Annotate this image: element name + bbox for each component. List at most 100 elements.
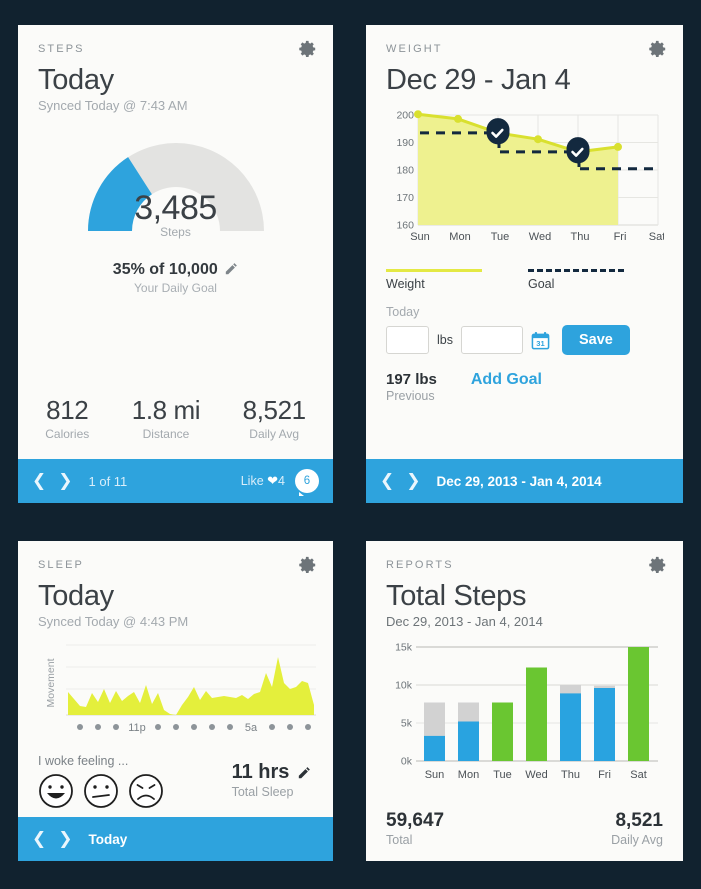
bar-tue [492,702,513,762]
svg-text:0k: 0k [401,756,413,768]
weight-chart-legend: Weight Goal [386,269,663,291]
reports-card-kicker: REPORTS [386,559,454,571]
happy-face-icon[interactable] [38,773,74,809]
reports-card: REPORTS Total Steps Dec 29, 2013 - Jan 4… [366,541,683,861]
sleep-date-range: Today [88,831,128,847]
weight-x-axis-labels: Sun Mon Tue Wed Thu Fri Sat [410,231,664,243]
steps-stat-label: Daily Avg [249,427,300,441]
weight-y-axis-labels: 200 190 180 170 160 [396,110,414,232]
sleep-total-value-row: 11 hrs [232,761,311,784]
chevron-left-icon[interactable]: ❮ [32,472,46,490]
heart-icon: ❤ [267,473,279,488]
total-steps-bar-chart: 15k 10k 5k 0k Sun Mon Tue Wed Thu Fri Sa… [386,637,663,787]
weight-card: WEIGHT Dec 29 - Jan 4 200 190 180 170 16… [366,25,683,503]
bar-mon [458,721,479,762]
like-label: Like [240,474,264,488]
like-button[interactable]: Like ❤4 [241,473,285,489]
gear-icon[interactable] [649,40,667,58]
steps-stat-value: 812 [46,395,89,425]
sleep-card-body: SLEEP Today Synced Today @ 4:43 PM Movem… [18,541,333,861]
bar-sun [424,736,445,762]
reports-total-value: 59,647 [386,810,445,831]
sleep-page-title: Today [38,580,114,612]
svg-text:Sun: Sun [425,769,445,781]
svg-text:Tue: Tue [493,769,512,781]
svg-text:Tue: Tue [491,231,510,243]
sleep-pager: ❮ ❯ [32,830,73,848]
weight-previous-label: Previous [386,389,435,404]
steps-stat-daily-avg: 8,521 Daily Avg [243,395,306,441]
weight-unit-label: lbs [437,333,453,348]
comment-bubble-icon[interactable]: 6 [295,469,319,496]
gear-icon[interactable] [649,556,667,574]
date-input[interactable] [460,326,523,355]
reports-total: 59,647 Total [386,810,444,847]
chevron-right-icon[interactable]: ❯ [58,830,72,848]
steps-goal-text: 35% of 10,000 [112,261,218,279]
like-count: 4 [278,474,285,488]
sleep-area-path [68,657,314,716]
dashboard-grid: STEPS Today Synced Today @ 7:43 AM 3,485… [0,0,701,889]
steps-gauge-unit: Steps [160,225,191,240]
steps-gauge: 3,485 Steps [38,127,313,245]
steps-card-kicker: STEPS [38,43,85,55]
reports-page-title: Total Steps [386,580,527,612]
neutral-face-icon[interactable] [83,773,119,809]
chevron-right-icon[interactable]: ❯ [406,472,420,490]
chevron-right-icon[interactable]: ❯ [58,472,72,490]
svg-text:Sat: Sat [649,231,664,243]
check-badge-icon[interactable] [566,137,590,165]
legend-item-weight: Weight [386,269,528,291]
sleep-card-footer: ❮ ❯ Today [18,817,333,861]
steps-goal-sublabel: Your Daily Goal [134,281,217,296]
svg-text:Wed: Wed [529,231,551,243]
check-badge-icon[interactable] [486,118,510,146]
svg-text:Mon: Mon [458,769,479,781]
bar-wed [526,667,547,762]
steps-goal-row: 35% of 10,000 [38,261,313,279]
legend-swatch-solid [386,269,482,273]
weight-input[interactable] [386,326,429,355]
svg-text:Sat: Sat [630,769,647,781]
steps-card-body: STEPS Today Synced Today @ 7:43 AM 3,485… [18,25,333,503]
steps-stats-row: 812 Calories 1.8 mi Distance 8,521 Daily… [18,395,333,441]
reports-total-label: Total [386,833,413,847]
svg-text:200: 200 [396,110,414,122]
bar-fri [594,688,615,762]
svg-text:10k: 10k [395,680,413,692]
chevron-left-icon[interactable]: ❮ [380,472,394,490]
svg-text:11p: 11p [128,722,146,734]
svg-text:180: 180 [396,165,414,177]
sleep-total-value: 11 hrs [231,761,290,783]
weight-card-body: WEIGHT Dec 29 - Jan 4 200 190 180 170 16… [366,25,683,503]
gear-icon[interactable] [299,40,317,58]
bars-values [424,647,649,762]
calendar-icon[interactable]: 31 [531,331,550,350]
svg-text:Wed: Wed [525,769,547,781]
bar-thu [560,693,581,762]
sleep-card-kicker: SLEEP [38,559,84,571]
pencil-icon[interactable] [298,762,311,779]
gear-icon[interactable] [299,556,317,574]
bars-x-axis-labels: Sun Mon Tue Wed Thu Fri Sat [425,769,647,781]
steps-card: STEPS Today Synced Today @ 7:43 AM 3,485… [18,25,333,503]
steps-social-actions: Like ❤4 6 [241,469,319,496]
sad-face-icon[interactable] [128,773,164,809]
add-goal-link[interactable]: Add Goal [471,371,542,389]
steps-stat-value: 8,521 [242,395,306,425]
sleep-axis-label: Movement [45,659,57,708]
steps-stat-distance: 1.8 mi Distance [132,395,201,441]
sleep-total-label: Total Sleep [231,785,294,799]
chevron-left-icon[interactable]: ❮ [32,830,46,848]
svg-text:31: 31 [536,339,545,348]
bar-sat [628,647,649,762]
weight-previous-row: 197 lbs Previous Add Goal [386,371,663,403]
svg-text:5k: 5k [401,718,413,730]
save-button[interactable]: Save [561,325,630,356]
pencil-icon[interactable] [225,262,238,275]
weight-page-title: Dec 29 - Jan 4 [386,64,571,96]
steps-stat-label: Calories [45,427,90,441]
svg-text:Mon: Mon [449,231,470,243]
sleep-axis-dots [77,724,311,731]
weight-previous: 197 lbs Previous [386,371,437,403]
